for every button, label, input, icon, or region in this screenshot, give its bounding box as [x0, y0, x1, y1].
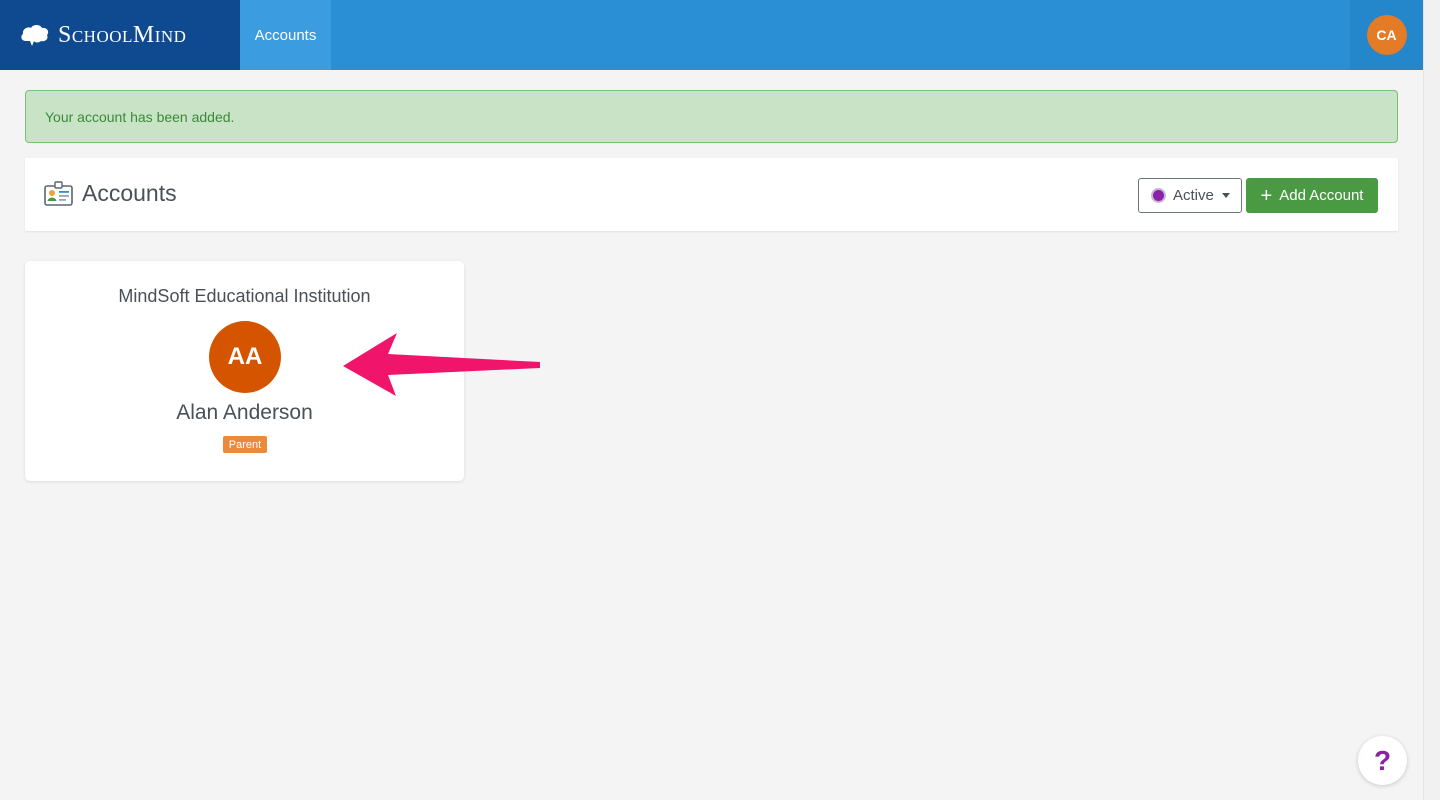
tab-accounts[interactable]: Accounts [240, 0, 331, 70]
top-navbar: SchoolMind Accounts CA [0, 0, 1423, 70]
institution-name: MindSoft Educational Institution [118, 286, 371, 306]
page-scrollbar[interactable] [1423, 0, 1440, 800]
id-card-icon [44, 181, 73, 206]
role-badge: Parent [223, 436, 267, 453]
success-alert: Your account has been added. [25, 90, 1398, 143]
cloud-brain-icon [21, 25, 49, 46]
plus-icon: + [1260, 184, 1273, 207]
user-avatar[interactable]: CA [1366, 15, 1407, 55]
status-dot-icon [1151, 188, 1166, 203]
pointer-arrow [343, 333, 540, 396]
accounts-header: Accounts Active + Add Account [25, 158, 1398, 231]
brand-name: SchoolMind [58, 21, 187, 48]
account-name: Alan Anderson [176, 401, 313, 424]
account-avatar: AA [209, 321, 281, 393]
add-account-label: Add Account [1279, 187, 1364, 204]
help-button[interactable]: ? [1358, 736, 1407, 785]
status-filter-dropdown[interactable]: Active [1138, 178, 1242, 213]
brand-logo[interactable]: SchoolMind [0, 0, 240, 70]
caret-down-icon [1221, 193, 1230, 198]
page-title: Accounts [82, 180, 177, 206]
status-filter-label: Active [1173, 187, 1214, 204]
user-menu[interactable]: CA [1350, 0, 1423, 70]
alert-message: Your account has been added. [45, 108, 235, 125]
add-account-button[interactable]: + Add Account [1246, 178, 1378, 213]
